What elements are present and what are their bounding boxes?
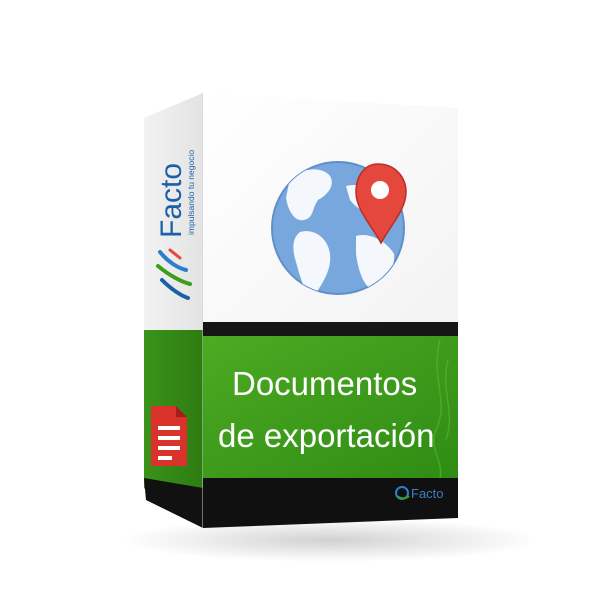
product-box-scene: Facto impulsando tu negocio Documentos d… — [0, 0, 600, 600]
document-icon — [151, 406, 187, 466]
side-brand-name: Facto — [155, 163, 188, 238]
product-box-illustration: Facto impulsando tu negocio Documentos d… — [120, 93, 540, 562]
footer-brand-name: Facto — [411, 486, 444, 501]
title-line-2: de exportación — [218, 417, 434, 454]
box-front-panel — [203, 93, 458, 528]
box-shadow — [120, 518, 540, 562]
side-brand-tagline: impulsando tu negocio — [186, 150, 196, 235]
title-line-1: Documentos — [232, 365, 417, 402]
